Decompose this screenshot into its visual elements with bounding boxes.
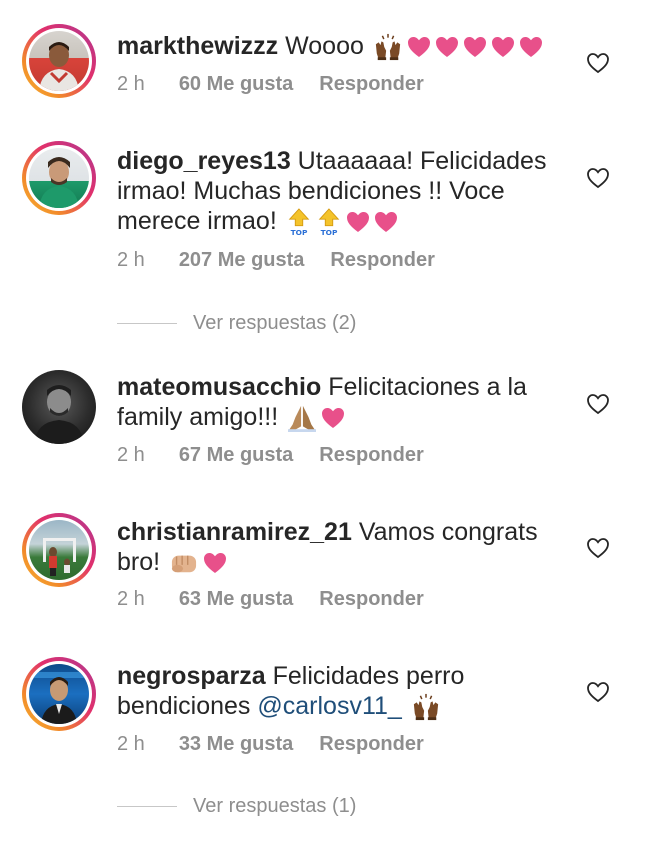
praying-hands-emoji bbox=[287, 404, 317, 432]
replies-divider bbox=[117, 323, 177, 325]
comment-text: diego_reyes13 Utaaaaaa! Felicidades irma… bbox=[117, 146, 547, 237]
fist-emoji bbox=[169, 550, 199, 576]
reply-button[interactable]: Responder bbox=[319, 73, 423, 96]
avatar-ring[interactable] bbox=[22, 141, 96, 215]
mention-link[interactable]: @carlosv11_ bbox=[257, 692, 401, 720]
view-replies-label[interactable]: Ver respuestas (1) bbox=[193, 795, 356, 817]
avatar[interactable] bbox=[29, 664, 89, 724]
top-arrow-emoji bbox=[286, 207, 312, 237]
like-heart-icon[interactable] bbox=[586, 537, 610, 559]
like-heart-icon[interactable] bbox=[586, 393, 610, 415]
comment-username[interactable]: christianramirez_21 bbox=[117, 518, 352, 546]
avatar-ring[interactable] bbox=[22, 24, 96, 98]
comment-text: mateomusacchio Felicitaciones a la famil… bbox=[117, 372, 547, 432]
raising-hands-emoji bbox=[411, 693, 441, 721]
comment-time: 2 h bbox=[117, 249, 145, 271]
view-replies-link[interactable]: Ver respuestas (2) bbox=[117, 312, 356, 335]
comment-username[interactable]: markthewizzz bbox=[117, 32, 278, 60]
reply-button[interactable]: Responder bbox=[319, 588, 423, 611]
avatar[interactable] bbox=[22, 370, 96, 444]
replies-divider bbox=[117, 806, 177, 808]
view-replies-link[interactable]: Ver respuestas (1) bbox=[117, 795, 356, 818]
comment-text: negrosparza Felicidades perro bendicione… bbox=[117, 661, 547, 721]
pink-heart-emoji bbox=[321, 407, 345, 429]
comment-meta: 2 h 63 Me gusta Responder bbox=[117, 588, 424, 611]
avatar[interactable] bbox=[29, 520, 89, 580]
likes-count[interactable]: 33 Me gusta bbox=[179, 733, 293, 756]
like-heart-icon[interactable] bbox=[586, 167, 610, 189]
likes-count[interactable]: 60 Me gusta bbox=[179, 73, 293, 96]
raising-hands-emoji bbox=[373, 33, 403, 61]
comment-meta: 2 h 33 Me gusta Responder bbox=[117, 733, 424, 756]
avatar-ring[interactable] bbox=[22, 513, 96, 587]
comment-meta: 2 h 207 Me gusta Responder bbox=[117, 249, 435, 272]
reply-button[interactable]: Responder bbox=[330, 249, 434, 272]
likes-count[interactable]: 67 Me gusta bbox=[179, 444, 293, 467]
comment-meta: 2 h 60 Me gusta Responder bbox=[117, 73, 424, 96]
top-arrow-emoji bbox=[316, 207, 342, 237]
avatar[interactable] bbox=[29, 148, 89, 208]
comment-body: Woooo bbox=[285, 32, 364, 60]
comment-text: christianramirez_21 Vamos congrats bro! bbox=[117, 517, 547, 577]
reply-button[interactable]: Responder bbox=[319, 733, 423, 756]
avatar[interactable] bbox=[29, 31, 89, 91]
comment-username[interactable]: mateomusacchio bbox=[117, 373, 321, 401]
pink-heart-emoji bbox=[491, 36, 515, 58]
avatar-ring[interactable] bbox=[22, 370, 96, 444]
comment-username[interactable]: negrosparza bbox=[117, 662, 266, 690]
pink-heart-emoji bbox=[374, 211, 398, 233]
pink-heart-emoji bbox=[346, 211, 370, 233]
pink-heart-emoji bbox=[519, 36, 543, 58]
view-replies-label[interactable]: Ver respuestas (2) bbox=[193, 312, 356, 334]
reply-button[interactable]: Responder bbox=[319, 444, 423, 467]
comment-username[interactable]: diego_reyes13 bbox=[117, 147, 291, 175]
like-heart-icon[interactable] bbox=[586, 681, 610, 703]
likes-count[interactable]: 207 Me gusta bbox=[179, 249, 305, 272]
pink-heart-emoji bbox=[407, 36, 431, 58]
pink-heart-emoji bbox=[463, 36, 487, 58]
comment-time: 2 h bbox=[117, 444, 145, 466]
likes-count[interactable]: 63 Me gusta bbox=[179, 588, 293, 611]
comment-time: 2 h bbox=[117, 588, 145, 610]
like-heart-icon[interactable] bbox=[586, 52, 610, 74]
comment-text: markthewizzz Woooo bbox=[117, 31, 547, 61]
avatar-ring[interactable] bbox=[22, 657, 96, 731]
comment-time: 2 h bbox=[117, 733, 145, 755]
pink-heart-emoji bbox=[435, 36, 459, 58]
pink-heart-emoji bbox=[203, 552, 227, 574]
comment-meta: 2 h 67 Me gusta Responder bbox=[117, 444, 424, 467]
comment-time: 2 h bbox=[117, 73, 145, 95]
